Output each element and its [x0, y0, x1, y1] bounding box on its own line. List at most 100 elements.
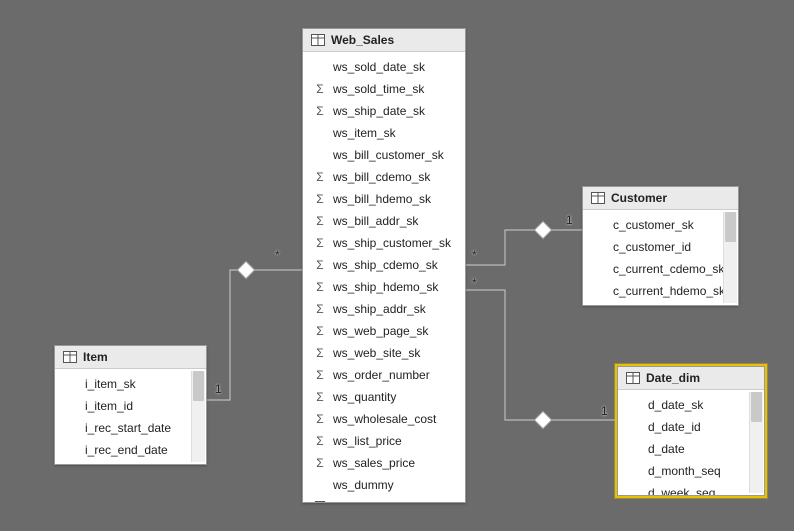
field-row[interactable]: ws_bill_customer_sk: [303, 144, 465, 166]
field-row[interactable]: Σws_sold_time_sk: [303, 78, 465, 100]
field-name: SalesAmount: [333, 498, 404, 502]
field-row[interactable]: Σws_bill_addr_sk: [303, 210, 465, 232]
field-row[interactable]: Σws_bill_hdemo_sk: [303, 188, 465, 210]
field-name: ws_ship_hdemo_sk: [333, 278, 438, 296]
cardinality-label: *: [472, 276, 477, 290]
table-title: Customer: [611, 191, 667, 205]
sigma-icon: Σ: [313, 300, 327, 318]
field-name: d_month_seq: [648, 462, 721, 480]
field-name: ws_bill_hdemo_sk: [333, 190, 431, 208]
field-name: d_date: [648, 440, 685, 458]
scrollbar[interactable]: [723, 212, 737, 303]
field-name: c_customer_id: [613, 238, 691, 256]
field-row[interactable]: Σws_web_page_sk: [303, 320, 465, 342]
sigma-icon: Σ: [313, 256, 327, 274]
table-title: Date_dim: [646, 371, 700, 385]
table-item[interactable]: Item i_item_ski_item_idi_rec_start_datei…: [54, 345, 207, 465]
field-row[interactable]: Σws_web_site_sk: [303, 342, 465, 364]
field-row[interactable]: Σws_sales_price: [303, 452, 465, 474]
field-name: ws_wholesale_cost: [333, 410, 436, 428]
sigma-icon: Σ: [313, 322, 327, 340]
field-row[interactable]: i_item_sk: [55, 373, 206, 395]
sigma-icon: Σ: [313, 366, 327, 384]
field-row[interactable]: i_item_id: [55, 395, 206, 417]
field-name: d_week_seq: [648, 484, 715, 495]
field-list: i_item_ski_item_id i_rec_start_date i_rec_…: [55, 369, 206, 464]
table-header[interactable]: Web_Sales: [303, 29, 465, 52]
field-row[interactable]: d_date_sk: [618, 394, 764, 416]
field-name: ws_ship_cdemo_sk: [333, 256, 438, 274]
field-row[interactable]: i_rec_end_date: [55, 439, 206, 461]
field-row[interactable]: Σws_ship_addr_sk: [303, 298, 465, 320]
field-row[interactable]: Σws_quantity: [303, 386, 465, 408]
field-row[interactable]: d_month_seq: [618, 460, 764, 482]
table-title: Item: [83, 350, 108, 364]
field-name: ws_bill_customer_sk: [333, 146, 444, 164]
table-icon: [591, 192, 605, 204]
field-row[interactable]: c_current_cdemo_sk: [583, 258, 738, 280]
field-row[interactable]: d_week_seq: [618, 482, 764, 495]
field-name: d_date_sk: [648, 396, 703, 414]
field-row[interactable]: SalesAmount: [303, 496, 465, 502]
field-row[interactable]: Σws_ship_hdemo_sk: [303, 276, 465, 298]
field-row[interactable]: d_date: [618, 438, 764, 460]
field-name: ws_bill_cdemo_sk: [333, 168, 430, 186]
field-name: ws_web_site_sk: [333, 344, 420, 362]
field-row[interactable]: Σws_wholesale_cost: [303, 408, 465, 430]
table-header[interactable]: Customer: [583, 187, 738, 210]
field-name: ws_sold_date_sk: [333, 58, 425, 76]
field-row[interactable]: ws_sold_date_sk: [303, 56, 465, 78]
calculator-icon: [313, 501, 327, 502]
field-list: d_date_sk d_date_id d_date d_month_seq d_wee…: [618, 390, 764, 495]
sigma-icon: Σ: [313, 344, 327, 362]
field-name: ws_dummy: [333, 476, 394, 494]
cardinality-label: *: [472, 248, 477, 262]
field-name: ws_ship_date_sk: [333, 102, 425, 120]
model-canvas[interactable]: 1 * * 1 * 1 Item i_item_ski_item_idi_rec…: [0, 0, 794, 531]
table-customer[interactable]: Customer c_customer_sk c_customer_id c_cur…: [582, 186, 739, 306]
field-name: ws_web_page_sk: [333, 322, 428, 340]
sigma-icon: Σ: [313, 80, 327, 98]
field-name: ws_sales_price: [333, 454, 415, 472]
table-title: Web_Sales: [331, 33, 394, 47]
field-name: ws_quantity: [333, 388, 396, 406]
field-row[interactable]: Σws_ship_customer_sk: [303, 232, 465, 254]
field-row[interactable]: d_date_id: [618, 416, 764, 438]
field-row[interactable]: Σws_ship_cdemo_sk: [303, 254, 465, 276]
field-name: i_rec_end_date: [85, 441, 168, 459]
table-web-sales[interactable]: Web_Sales ws_sold_date_sk Σws_sold_time_s…: [302, 28, 466, 503]
field-row[interactable]: c_current_hdemo_sk: [583, 280, 738, 302]
sigma-icon: Σ: [313, 234, 327, 252]
field-name: ws_item_sk: [333, 124, 396, 142]
field-row[interactable]: Σws_order_number: [303, 364, 465, 386]
field-row[interactable]: i_rec_start_date: [55, 417, 206, 439]
field-row[interactable]: Σws_list_price: [303, 430, 465, 452]
field-name: ws_order_number: [333, 366, 430, 384]
field-name: c_current_hdemo_sk: [613, 282, 725, 300]
scrollbar[interactable]: [191, 371, 205, 462]
table-icon: [626, 372, 640, 384]
sigma-icon: Σ: [313, 212, 327, 230]
field-name: ws_sold_time_sk: [333, 80, 424, 98]
field-row[interactable]: c_customer_sk: [583, 214, 738, 236]
field-row[interactable]: Σws_bill_cdemo_sk: [303, 166, 465, 188]
field-name: c_current_cdemo_sk: [613, 260, 724, 278]
cardinality-label: 1: [601, 404, 608, 418]
field-row[interactable]: Σws_ship_date_sk: [303, 100, 465, 122]
cardinality-label: 1: [215, 382, 222, 396]
field-name: c_customer_sk: [613, 216, 694, 234]
sigma-icon: Σ: [313, 190, 327, 208]
sigma-icon: Σ: [313, 278, 327, 296]
field-name: d_date_id: [648, 418, 701, 436]
table-header[interactable]: Date_dim: [618, 367, 764, 390]
field-name: ws_ship_addr_sk: [333, 300, 426, 318]
field-row[interactable]: c_customer_id: [583, 236, 738, 258]
sigma-icon: Σ: [313, 102, 327, 120]
sigma-icon: Σ: [313, 454, 327, 472]
table-date-dim[interactable]: Date_dim d_date_sk d_date_id d_date d_month…: [617, 366, 765, 496]
field-name: i_rec_start_date: [85, 419, 171, 437]
scrollbar[interactable]: [749, 392, 763, 493]
table-header[interactable]: Item: [55, 346, 206, 369]
field-row[interactable]: ws_item_sk: [303, 122, 465, 144]
field-row[interactable]: ws_dummy: [303, 474, 465, 496]
